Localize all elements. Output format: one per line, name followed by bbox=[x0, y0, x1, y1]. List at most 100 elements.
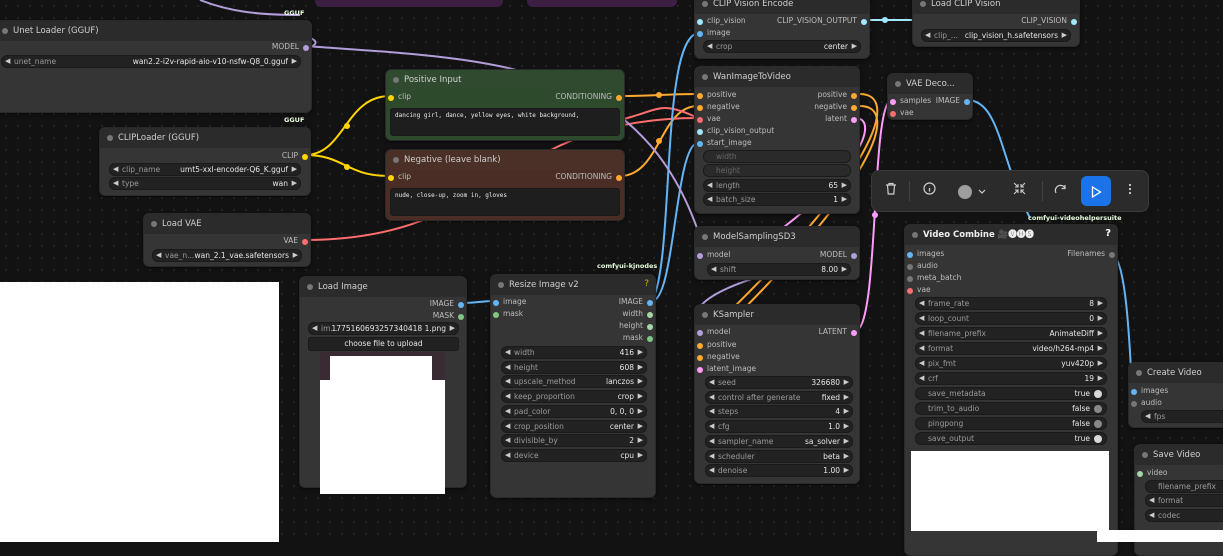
slot-dot[interactable] bbox=[647, 335, 653, 342]
arrow-left-icon[interactable]: ◀ bbox=[505, 391, 510, 402]
arrow-left-icon[interactable]: ◀ bbox=[1149, 495, 1154, 506]
output-image[interactable]: IMAGE bbox=[619, 296, 655, 308]
widget-device[interactable]: ◀ device cpu ▶ bbox=[501, 448, 647, 462]
widget-pad-color[interactable]: ◀ pad_color 0, 0, 0 ▶ bbox=[501, 404, 647, 418]
input-model[interactable]: model bbox=[695, 326, 730, 338]
input-clip-vision[interactable]: clip_vision bbox=[695, 15, 746, 27]
slot-dot[interactable] bbox=[697, 342, 703, 349]
widget-divisible-by[interactable]: ◀ divisible_by 2 ▶ bbox=[501, 434, 647, 448]
node-title[interactable]: CLIPLoader (GGUF) bbox=[100, 128, 310, 148]
arrow-left-icon[interactable]: ◀ bbox=[709, 392, 714, 403]
widget-clip-vision-name[interactable]: ◀ clip_... clip_vision_h.safetensors ▶ bbox=[921, 29, 1071, 42]
arrow-left-icon[interactable]: ◀ bbox=[709, 406, 714, 417]
arrow-left-icon[interactable]: ◀ bbox=[709, 465, 714, 476]
arrow-right-icon[interactable]: ▶ bbox=[842, 180, 847, 191]
slot-dot[interactable] bbox=[907, 275, 913, 282]
node-title[interactable]: Create Video bbox=[1129, 363, 1223, 383]
widget-crop-position[interactable]: ◀ crop_position center ▶ bbox=[501, 419, 647, 433]
bypass-button[interactable] bbox=[1050, 181, 1072, 201]
widget-loop-count[interactable]: ◀ loop_count 0 ▶ bbox=[915, 312, 1107, 325]
input-vae[interactable]: vae bbox=[695, 113, 721, 125]
node-title[interactable]: Positive Input bbox=[386, 70, 624, 90]
slot-dot[interactable] bbox=[851, 104, 857, 111]
slot-dot[interactable] bbox=[616, 174, 622, 181]
node-unet-loader[interactable]: Unet Loader (GGUF) MODEL ◀ unet_name wan2.… bbox=[0, 20, 312, 113]
arrow-left-icon[interactable]: ◀ bbox=[505, 347, 510, 358]
input-audio[interactable]: audio bbox=[1129, 397, 1162, 409]
arrow-left-icon[interactable]: ◀ bbox=[505, 406, 510, 417]
color-picker-button[interactable] bbox=[954, 181, 990, 201]
prompt-textarea[interactable]: nude, close-up, zoom in, gloves bbox=[390, 188, 620, 216]
arrow-left-icon[interactable]: ◀ bbox=[709, 377, 714, 388]
arrow-left-icon[interactable]: ◀ bbox=[505, 362, 510, 373]
slot-dot[interactable] bbox=[303, 44, 309, 51]
slot-dot[interactable] bbox=[890, 98, 896, 105]
output-model[interactable]: MODEL bbox=[272, 41, 311, 53]
arrow-right-icon[interactable]: ▶ bbox=[844, 451, 849, 462]
arrow-right-icon[interactable]: ▶ bbox=[638, 391, 643, 402]
slot-dot[interactable] bbox=[697, 140, 703, 147]
arrow-right-icon[interactable]: ▶ bbox=[1098, 343, 1103, 354]
slot-dot[interactable] bbox=[964, 98, 970, 105]
arrow-left-icon[interactable]: ◀ bbox=[709, 436, 714, 447]
input-positive[interactable]: positive bbox=[695, 89, 736, 101]
arrow-right-icon[interactable]: ▶ bbox=[292, 164, 297, 175]
output-clip[interactable]: CLIP bbox=[282, 150, 310, 162]
more-options-button[interactable] bbox=[1122, 181, 1138, 201]
arrow-right-icon[interactable]: ▶ bbox=[1098, 298, 1103, 309]
arrow-left-icon[interactable]: ◀ bbox=[707, 41, 712, 52]
output-mask[interactable]: MASK bbox=[433, 310, 466, 322]
widget-trim-to-audio[interactable]: trim_to_audio false bbox=[915, 402, 1107, 415]
widget-frame-rate[interactable]: ◀ frame_rate 8 ▶ bbox=[915, 297, 1107, 310]
toggle-knob-icon[interactable] bbox=[1094, 404, 1102, 413]
widget-clip-name[interactable]: ◀ clip_name umt5-xxl-encoder-Q6_K.gguf ▶ bbox=[109, 163, 301, 176]
arrow-right-icon[interactable]: ▶ bbox=[844, 465, 849, 476]
node-title[interactable]: Unet Loader (GGUF) bbox=[0, 21, 311, 41]
node-wan-image-to-video[interactable]: WanImageToVideo positive negative vae cl… bbox=[694, 66, 860, 214]
input-audio[interactable]: audio bbox=[905, 260, 938, 272]
arrow-right-icon[interactable]: ▶ bbox=[844, 421, 849, 432]
node-resize-image[interactable]: Resize Image v2 ? image mask IMAGE width… bbox=[490, 274, 656, 498]
node-negative-input[interactable]: Negative (leave blank) clip CONDITIONING… bbox=[385, 149, 625, 221]
slot-dot[interactable] bbox=[647, 311, 653, 318]
node-title[interactable]: Load VAE bbox=[144, 214, 310, 234]
output-model[interactable]: MODEL bbox=[820, 249, 859, 261]
slot-dot[interactable] bbox=[851, 116, 857, 123]
toggle-knob-icon[interactable] bbox=[1094, 389, 1102, 398]
arrow-right-icon[interactable]: ▶ bbox=[638, 376, 643, 387]
slot-dot[interactable] bbox=[697, 354, 703, 361]
slot-dot[interactable] bbox=[890, 110, 896, 117]
node-positive-input[interactable]: Positive Input clip CONDITIONING dancing… bbox=[385, 69, 625, 141]
widget-filename-prefix[interactable]: filename_prefix bbox=[1145, 480, 1223, 493]
slot-dot[interactable] bbox=[647, 323, 653, 330]
arrow-right-icon[interactable]: ▶ bbox=[1098, 358, 1103, 369]
delete-button[interactable] bbox=[880, 181, 902, 201]
input-model[interactable]: model bbox=[695, 249, 730, 261]
widget-type[interactable]: ◀ type wan ▶ bbox=[109, 177, 301, 190]
node-clip-loader[interactable]: CLIPLoader (GGUF) CLIP ◀ clip_name umt5-xx… bbox=[99, 127, 311, 196]
output-vae[interactable]: VAE bbox=[283, 235, 310, 247]
arrow-left-icon[interactable]: ◀ bbox=[919, 298, 924, 309]
node-load-clip-vision[interactable]: Load CLIP Vision CLIP_VISION ◀ clip_... cl… bbox=[912, 0, 1080, 47]
arrow-right-icon[interactable]: ▶ bbox=[638, 347, 643, 358]
input-samples[interactable]: samples bbox=[888, 95, 931, 107]
arrow-right-icon[interactable]: ▶ bbox=[638, 450, 643, 461]
node-title[interactable]: Video Combine 🎥🅥🅗🅢 bbox=[905, 225, 1117, 245]
slot-dot[interactable] bbox=[1131, 400, 1137, 407]
output-clip-vision-output[interactable]: CLIP_VISION_OUTPUT bbox=[777, 15, 869, 27]
output-positive[interactable]: positive bbox=[818, 89, 859, 101]
widget-filename-prefix[interactable]: ◀ filename_prefix AnimateDiff ▶ bbox=[915, 327, 1107, 340]
slot-dot[interactable] bbox=[302, 238, 308, 245]
help-icon[interactable]: ? bbox=[644, 279, 649, 289]
widget-cfg[interactable]: ◀ cfg 1.0 ▶ bbox=[705, 420, 853, 434]
arrow-right-icon[interactable]: ▶ bbox=[1098, 313, 1103, 324]
input-vae[interactable]: vae bbox=[905, 284, 931, 296]
arrow-right-icon[interactable]: ▶ bbox=[638, 421, 643, 432]
output-clip-vision[interactable]: CLIP_VISION bbox=[1021, 15, 1079, 27]
widget-format[interactable]: ◀ format bbox=[1145, 494, 1223, 507]
slot-dot[interactable] bbox=[851, 92, 857, 99]
widget-length[interactable]: ◀ length 65 ▶ bbox=[703, 179, 851, 192]
widget-crop[interactable]: ◀ crop center ▶ bbox=[703, 40, 861, 53]
arrow-right-icon[interactable]: ▶ bbox=[842, 194, 847, 205]
slot-dot[interactable] bbox=[458, 313, 464, 320]
